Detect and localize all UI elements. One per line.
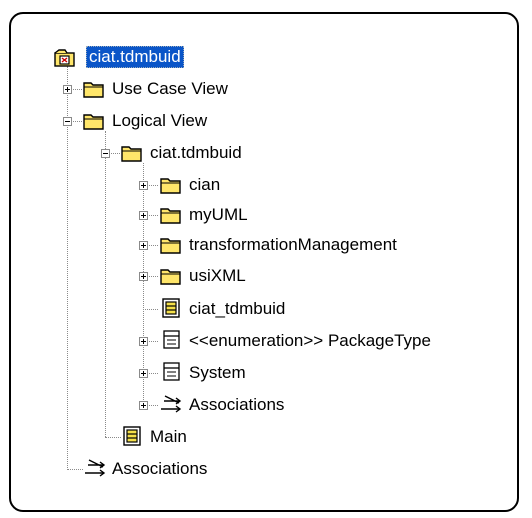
folder-icon — [83, 82, 104, 98]
tree-node-myuml[interactable]: myUML — [187, 204, 250, 226]
node-label: ciat.tdmbuid — [150, 143, 242, 162]
associations-icon — [161, 395, 182, 413]
collapse-toggle-logical-view[interactable] — [63, 117, 72, 126]
expand-toggle-associations[interactable] — [139, 401, 148, 410]
tree-node-use-case-view[interactable]: Use Case View — [110, 78, 230, 100]
tree-node-cian[interactable]: cian — [187, 174, 222, 196]
tree-connector — [143, 309, 158, 310]
tree-node-transformation-management[interactable]: transformationManagement — [187, 234, 399, 256]
tree-guide-level1 — [67, 66, 68, 470]
folder-icon — [160, 208, 181, 224]
node-label: System — [189, 363, 246, 382]
tree-node-system[interactable]: System — [187, 362, 248, 384]
node-label: cian — [189, 175, 221, 194]
folder-icon — [160, 178, 181, 194]
expand-toggle-system[interactable] — [139, 369, 148, 378]
expand-toggle-myuml[interactable] — [139, 211, 148, 220]
node-label: usiXML — [189, 266, 246, 285]
node-label: ciat.tdmbuid — [86, 46, 184, 68]
tree-node-usixml[interactable]: usiXML — [187, 265, 248, 287]
class-diagram-icon — [123, 426, 141, 446]
node-label: ciat_tdmbuid — [189, 299, 286, 318]
node-label: Associations — [189, 395, 285, 414]
associations-icon — [85, 459, 106, 477]
tree-connector — [105, 437, 121, 438]
node-label: Associations — [112, 459, 208, 478]
node-label: Logical View — [112, 111, 208, 130]
expand-toggle-use-case-view[interactable] — [63, 85, 72, 94]
node-label: Main — [150, 427, 187, 446]
node-label: <<enumeration>> PackageType — [189, 331, 431, 350]
node-label: Use Case View — [112, 79, 228, 98]
folder-icon — [121, 146, 142, 162]
expand-toggle-package-type[interactable] — [139, 337, 148, 346]
folder-icon — [160, 238, 181, 254]
collapse-toggle-package[interactable] — [101, 149, 110, 158]
tree-guide-level2 — [105, 131, 106, 437]
class-diagram-icon — [162, 298, 180, 318]
expand-toggle-cian[interactable] — [139, 181, 148, 190]
node-label: myUML — [189, 205, 248, 224]
class-icon — [163, 362, 180, 381]
model-root-icon — [54, 49, 75, 67]
tree-node-main[interactable]: Main — [148, 426, 189, 448]
expand-toggle-transformation[interactable] — [139, 241, 148, 250]
tree-connector — [67, 469, 83, 470]
tree-node-associations-root[interactable]: Associations — [110, 458, 209, 480]
model-tree[interactable]: ciat.tdmbuid Use Case View Logical View … — [0, 0, 532, 518]
class-icon — [163, 330, 180, 349]
node-label: transformationManagement — [189, 235, 397, 254]
tree-node-package[interactable]: ciat.tdmbuid — [148, 142, 244, 164]
tree-node-package-type[interactable]: <<enumeration>> PackageType — [187, 330, 433, 352]
tree-node-logical-view[interactable]: Logical View — [110, 110, 209, 132]
folder-icon — [160, 269, 181, 285]
tree-node-associations[interactable]: Associations — [187, 394, 286, 416]
folder-icon — [83, 114, 104, 130]
tree-node-ciat-tdmbuid-diagram[interactable]: ciat_tdmbuid — [187, 298, 287, 320]
expand-toggle-usixml[interactable] — [139, 272, 148, 281]
tree-node-root[interactable]: ciat.tdmbuid — [86, 46, 184, 68]
